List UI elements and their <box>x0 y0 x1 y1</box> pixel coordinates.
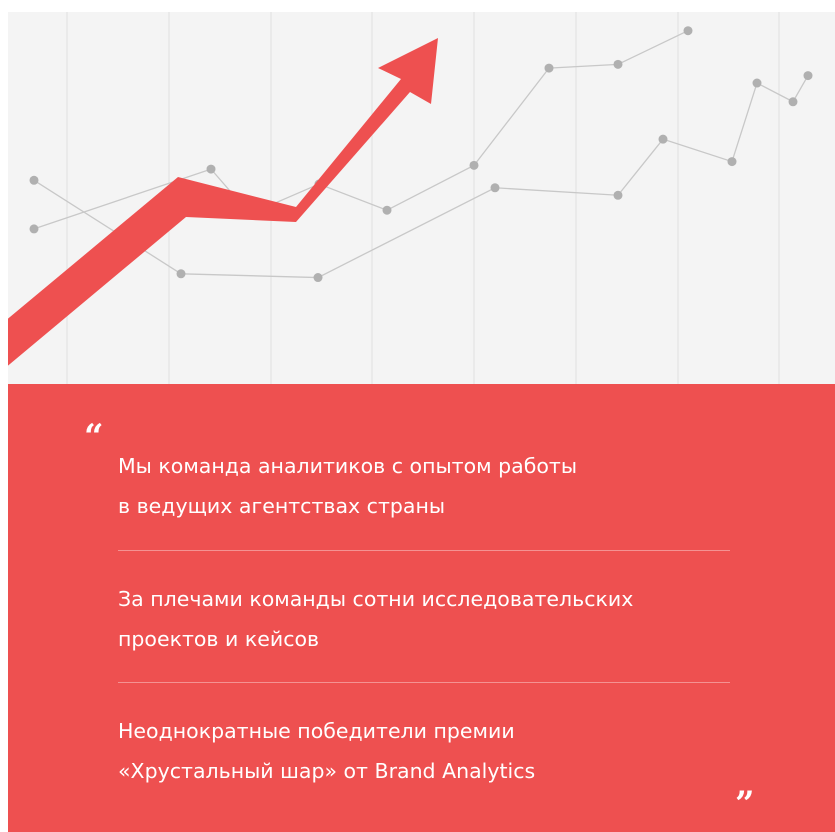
chart-point <box>803 71 813 81</box>
growth-chart <box>8 12 835 386</box>
fact-divider <box>118 550 730 551</box>
chart-point <box>206 164 216 174</box>
chart-point <box>29 224 39 234</box>
growth-chart-svg <box>8 12 813 386</box>
fact-divider <box>118 682 730 683</box>
chart-point <box>313 273 323 283</box>
chart-series-line <box>33 75 809 279</box>
chart-point <box>544 63 554 73</box>
fact-1-line-1: Мы команда аналитиков с опытом работы <box>118 454 578 478</box>
fact-2-line-1: За плечами команды сотни исследовательск… <box>118 587 634 611</box>
fact-item-1: Мы команда аналитиков с опытом работы в … <box>118 446 718 526</box>
chart-point <box>382 205 392 215</box>
fact-1-line-2: в ведущих агентствах страны <box>118 494 446 518</box>
chart-point <box>490 183 500 193</box>
chart-point <box>727 157 737 167</box>
chart-point <box>469 160 479 170</box>
promo-card: “ Мы команда аналитиков с опытом работы … <box>8 12 835 832</box>
fact-3-line-1: Неоднократные победители премии <box>118 719 515 743</box>
chart-point <box>658 134 668 144</box>
chart-point <box>613 59 623 69</box>
chart-point <box>752 78 762 88</box>
fact-item-2: За плечами команды сотни исследовательск… <box>118 579 718 659</box>
fact-3-line-2: «Хрустальный шар» от Brand Analytics <box>118 759 536 783</box>
chart-point <box>29 175 39 185</box>
chart-point <box>613 190 623 200</box>
fact-2-line-2: проектов и кейсов <box>118 627 320 651</box>
facts-panel: “ Мы команда аналитиков с опытом работы … <box>8 384 835 832</box>
close-quote-icon: ” <box>735 784 755 824</box>
open-quote-icon: “ <box>84 417 104 457</box>
chart-point <box>788 97 798 107</box>
trend-arrow <box>8 38 438 366</box>
chart-point <box>176 269 186 279</box>
fact-item-3: Неоднократные победители премии «Хрустал… <box>118 711 718 791</box>
chart-point <box>683 26 693 36</box>
